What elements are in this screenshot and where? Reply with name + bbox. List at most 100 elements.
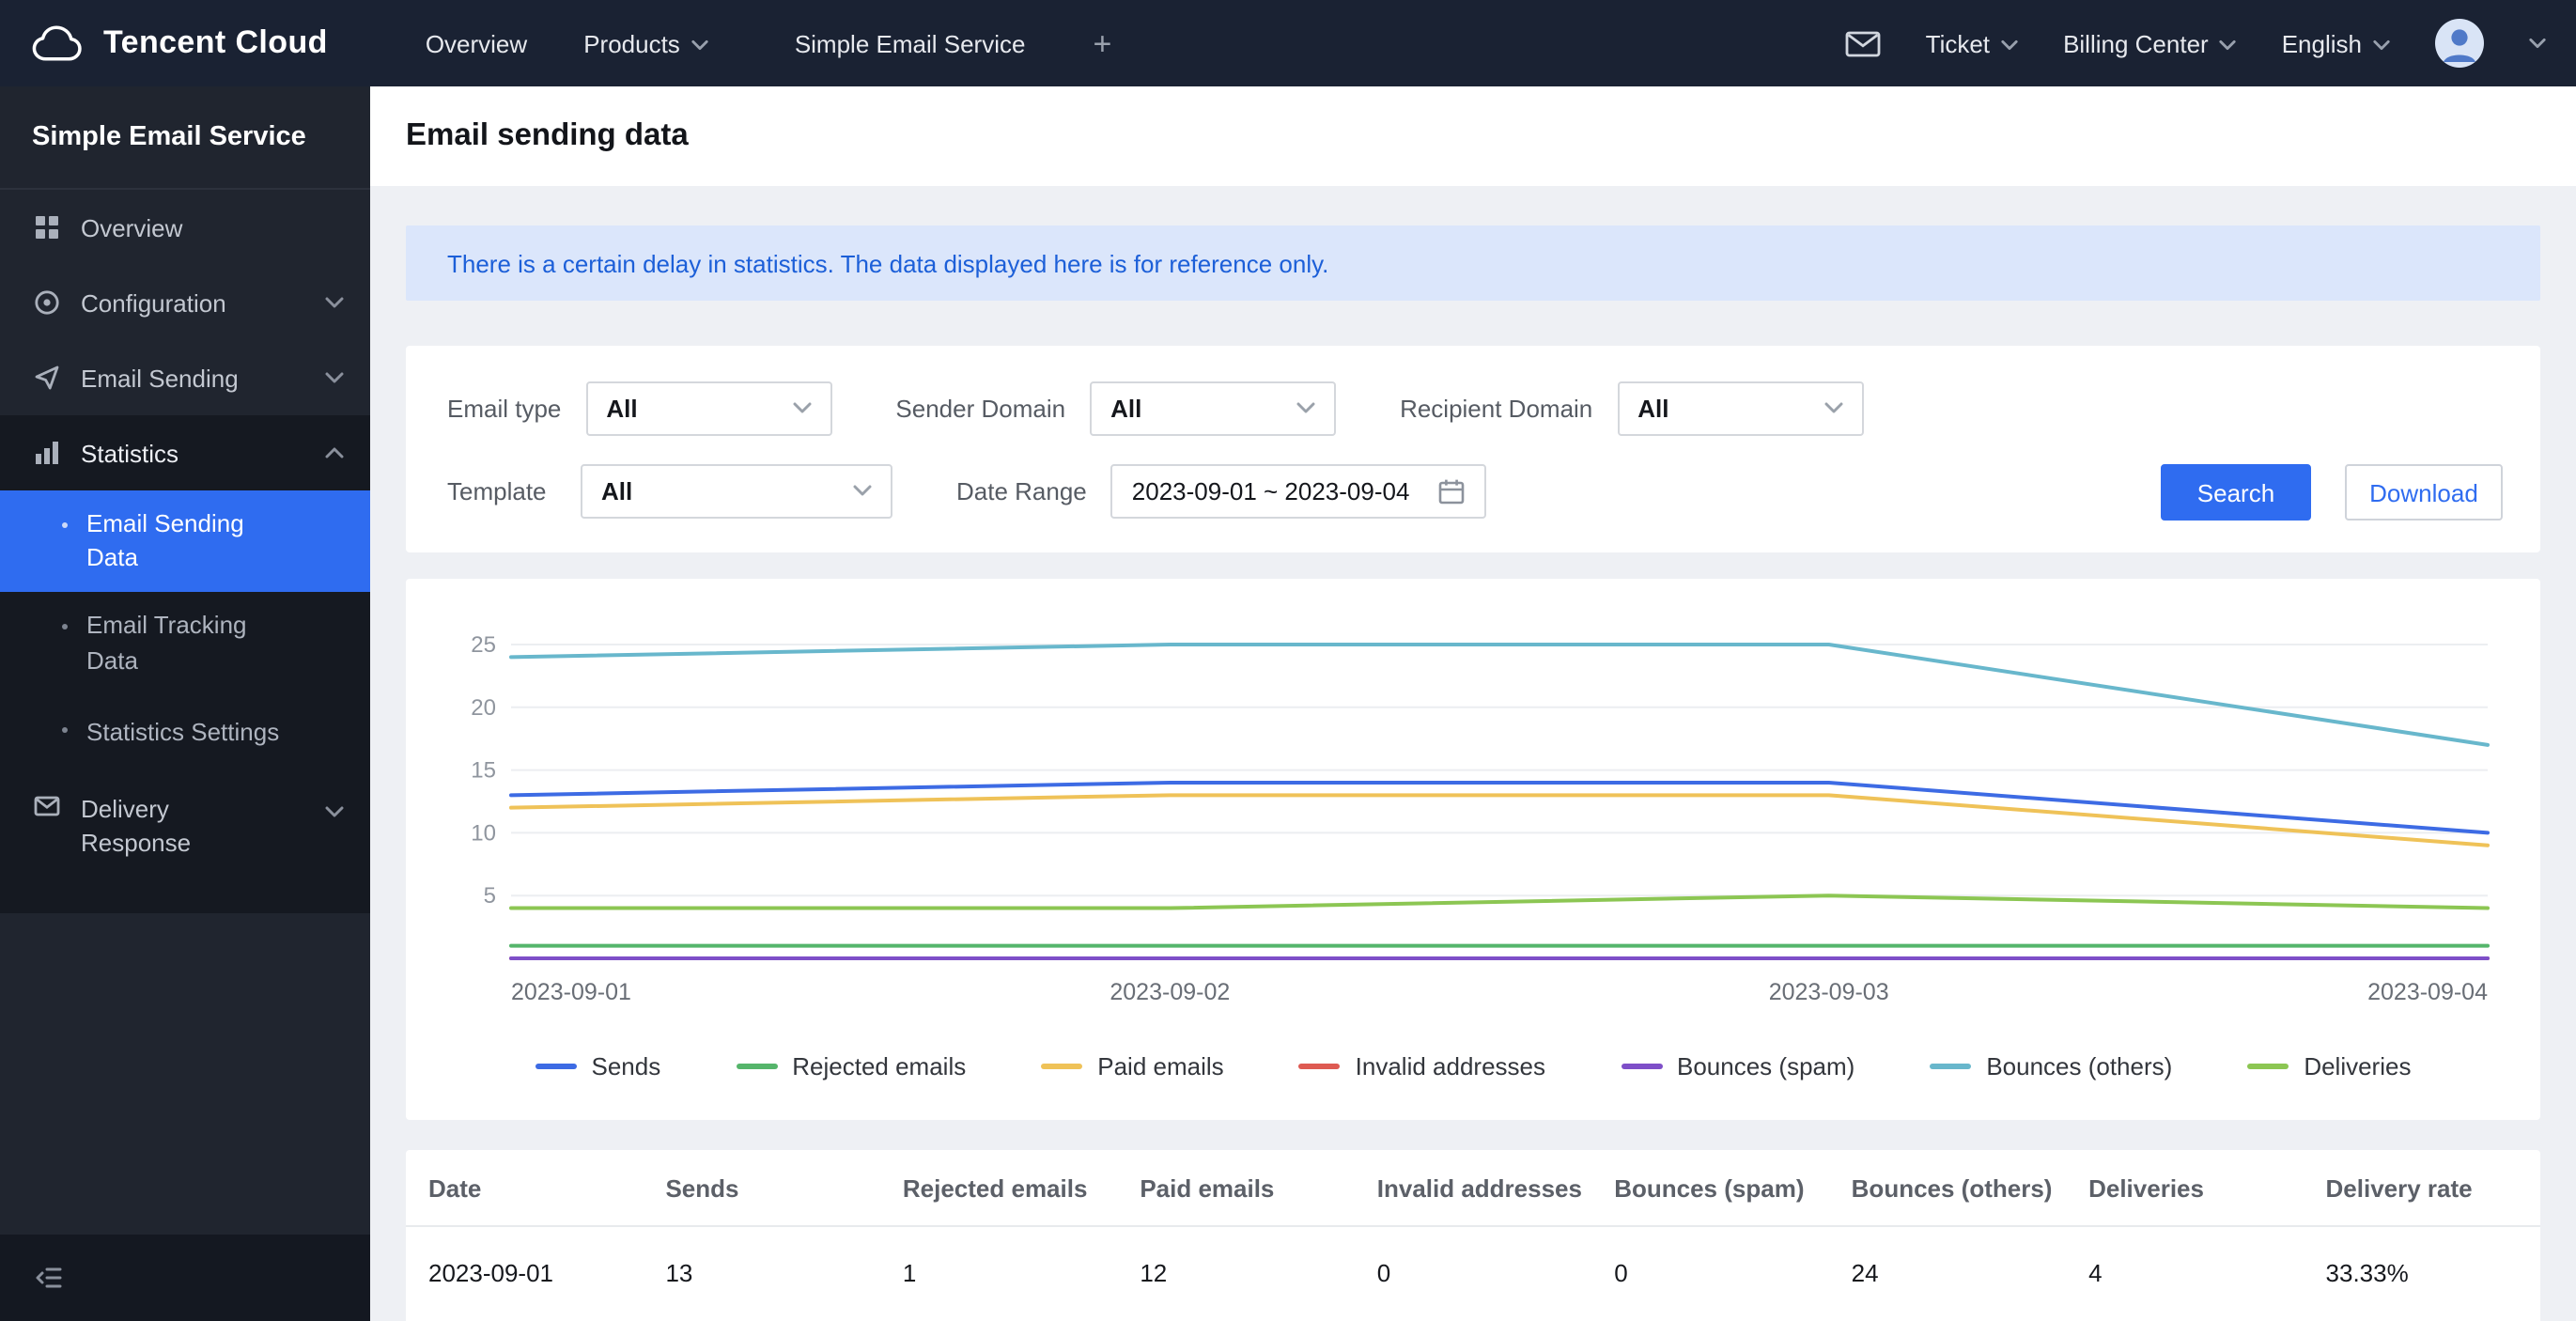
col-header: Bounces (spam) <box>1614 1173 1805 1202</box>
sender-domain-select[interactable]: All <box>1090 381 1337 435</box>
sender-domain-value: All <box>1110 394 1142 422</box>
collapse-sidebar-icon[interactable] <box>34 1265 64 1291</box>
filter-actions: Search Download <box>2161 464 2503 521</box>
legend-label: Bounces (spam) <box>1677 1052 1855 1080</box>
legend-item[interactable]: Invalid addresses <box>1298 1052 1545 1080</box>
nav-overview[interactable]: Overview <box>426 29 527 57</box>
legend-label: Sends <box>591 1052 661 1080</box>
sidebar-subitem-email-sending-data[interactable]: Email Sending Data <box>0 490 370 593</box>
user-avatar[interactable] <box>2435 19 2484 68</box>
bullet-icon <box>62 726 68 733</box>
sidebar-item-overview[interactable]: Overview <box>0 190 370 265</box>
legend-swatch-icon <box>1930 1064 1972 1069</box>
content-area: There is a certain delay in statistics. … <box>370 186 2576 1321</box>
sidebar-subitem-email-tracking-data[interactable]: Email Tracking Data <box>0 593 370 695</box>
mail-icon <box>34 793 60 819</box>
line-chart[interactable]: 5 10 15 20 25 2023-09-01 2023-09-02 2023-09-03 2… <box>443 620 2503 1030</box>
info-banner: There is a certain delay in statistics. … <box>406 225 2540 301</box>
download-button[interactable]: Download <box>2345 464 2503 521</box>
nav-products[interactable]: Products <box>583 29 708 57</box>
date-range-input[interactable]: 2023-09-01 ~ 2023-09-04 <box>1110 463 1487 518</box>
caret-down-icon <box>1805 402 1842 413</box>
email-type-select[interactable]: All <box>585 381 832 435</box>
chevron-down-icon <box>325 297 344 308</box>
sidebar-item-configuration[interactable]: Configuration <box>0 265 370 340</box>
sidebar-item-label: Email Sending <box>81 364 239 392</box>
sidebar-subitem-label: Email Tracking Data <box>86 611 247 675</box>
cell-deliveries: 4 <box>2088 1258 2103 1286</box>
caret-down-icon <box>1278 402 1315 413</box>
cell-bounces-spam: 0 <box>1614 1258 1628 1286</box>
legend-swatch-icon <box>1621 1064 1662 1069</box>
caret-down-icon <box>773 402 811 413</box>
filter-date-range: Date Range 2023-09-01 ~ 2023-09-04 <box>956 463 1487 518</box>
recipient-domain-select[interactable]: All <box>1617 381 1864 435</box>
col-header: Delivery rate <box>2325 1173 2473 1202</box>
filter-recipient-domain: Recipient Domain All <box>1400 381 1864 435</box>
email-type-value: All <box>606 394 638 422</box>
send-icon <box>34 365 60 391</box>
filter-row-1: Email type All Sender Domain All Recipie… <box>447 380 2499 436</box>
table-header-row: Date Sends Rejected emails Paid emails I… <box>406 1150 2540 1227</box>
chevron-down-icon <box>325 372 344 383</box>
legend-swatch-icon <box>1041 1064 1083 1069</box>
legend-label: Deliveries <box>2304 1052 2412 1080</box>
sidebar-item-email-sending[interactable]: Email Sending <box>0 340 370 415</box>
col-header: Sends <box>665 1173 739 1202</box>
utility-nav: Ticket Billing Center English <box>1845 19 2576 68</box>
sidebar-item-delivery-response[interactable]: Delivery Response <box>0 770 370 913</box>
cell-invalid: 0 <box>1376 1258 1391 1286</box>
app-window: Tencent Cloud Overview Products Simple E… <box>0 0 2576 1321</box>
add-tab-button[interactable]: + <box>1093 27 1111 59</box>
filter-panel: Email type All Sender Domain All Recipie… <box>406 346 2540 552</box>
caret-down-icon <box>691 39 708 50</box>
nav-products-label: Products <box>583 29 680 57</box>
person-icon <box>2444 29 2475 62</box>
legend-item[interactable]: Deliveries <box>2247 1052 2411 1080</box>
bullet-icon <box>62 624 68 630</box>
brand-home-link[interactable]: Tencent Cloud <box>0 23 328 64</box>
sidebar-group-statistics: Statistics Email Sending Data Email Trac… <box>0 415 370 913</box>
search-button[interactable]: Search <box>2161 464 2311 521</box>
legend-item[interactable]: Rejected emails <box>736 1052 966 1080</box>
main-content: Email sending data There is a certain de… <box>370 86 2576 1321</box>
template-select[interactable]: All <box>581 463 892 518</box>
primary-nav: Overview Products Simple Email Service + <box>426 27 1112 59</box>
compass-icon <box>34 289 60 316</box>
nav-billing-center[interactable]: Billing Center <box>2063 29 2237 57</box>
messages-icon[interactable] <box>1845 29 1881 57</box>
nav-ticket-label: Ticket <box>1925 29 1991 57</box>
recipient-domain-label: Recipient Domain <box>1400 394 1593 422</box>
sidebar-subitem-statistics-settings[interactable]: Statistics Settings <box>0 695 370 770</box>
legend-item[interactable]: Paid emails <box>1041 1052 1224 1080</box>
nav-language[interactable]: English <box>2282 29 2390 57</box>
calendar-icon <box>1438 476 1466 505</box>
date-range-label: Date Range <box>956 476 1087 505</box>
legend-item[interactable]: Bounces (others) <box>1930 1052 2172 1080</box>
svg-text:2023-09-04: 2023-09-04 <box>2367 979 2488 1005</box>
svg-text:5: 5 <box>484 883 496 909</box>
col-header: Invalid addresses <box>1376 1173 1582 1202</box>
info-banner-text: There is a certain delay in statistics. … <box>447 249 1329 277</box>
cell-sends: 13 <box>665 1258 693 1286</box>
nav-tab-simple-email-service[interactable]: Simple Email Service <box>795 29 1026 57</box>
chevron-down-icon <box>325 806 344 817</box>
sidebar-item-label: Configuration <box>81 288 226 317</box>
sidebar: Simple Email Service Overview Configurat… <box>0 86 370 1321</box>
bullet-icon <box>62 522 68 528</box>
sender-domain-label: Sender Domain <box>895 394 1066 422</box>
sidebar-subitem-label: Email Sending Data <box>86 509 244 572</box>
svg-text:2023-09-02: 2023-09-02 <box>1110 979 1230 1005</box>
sidebar-item-statistics[interactable]: Statistics <box>0 415 370 490</box>
nav-ticket[interactable]: Ticket <box>1926 29 2018 57</box>
cell-delivery-rate: 33.33% <box>2325 1258 2409 1286</box>
col-header: Paid emails <box>1140 1173 1275 1202</box>
cell-bounces-others: 24 <box>1851 1258 1879 1286</box>
legend-item[interactable]: Bounces (spam) <box>1621 1052 1854 1080</box>
caret-down-icon <box>2220 39 2237 50</box>
page-header: Email sending data <box>370 86 2576 186</box>
legend-item[interactable]: Sends <box>535 1052 661 1080</box>
caret-down-icon[interactable] <box>2529 38 2546 49</box>
top-navbar: Tencent Cloud Overview Products Simple E… <box>0 0 2576 86</box>
sidebar-subitem-label: Statistics Settings <box>86 717 280 746</box>
